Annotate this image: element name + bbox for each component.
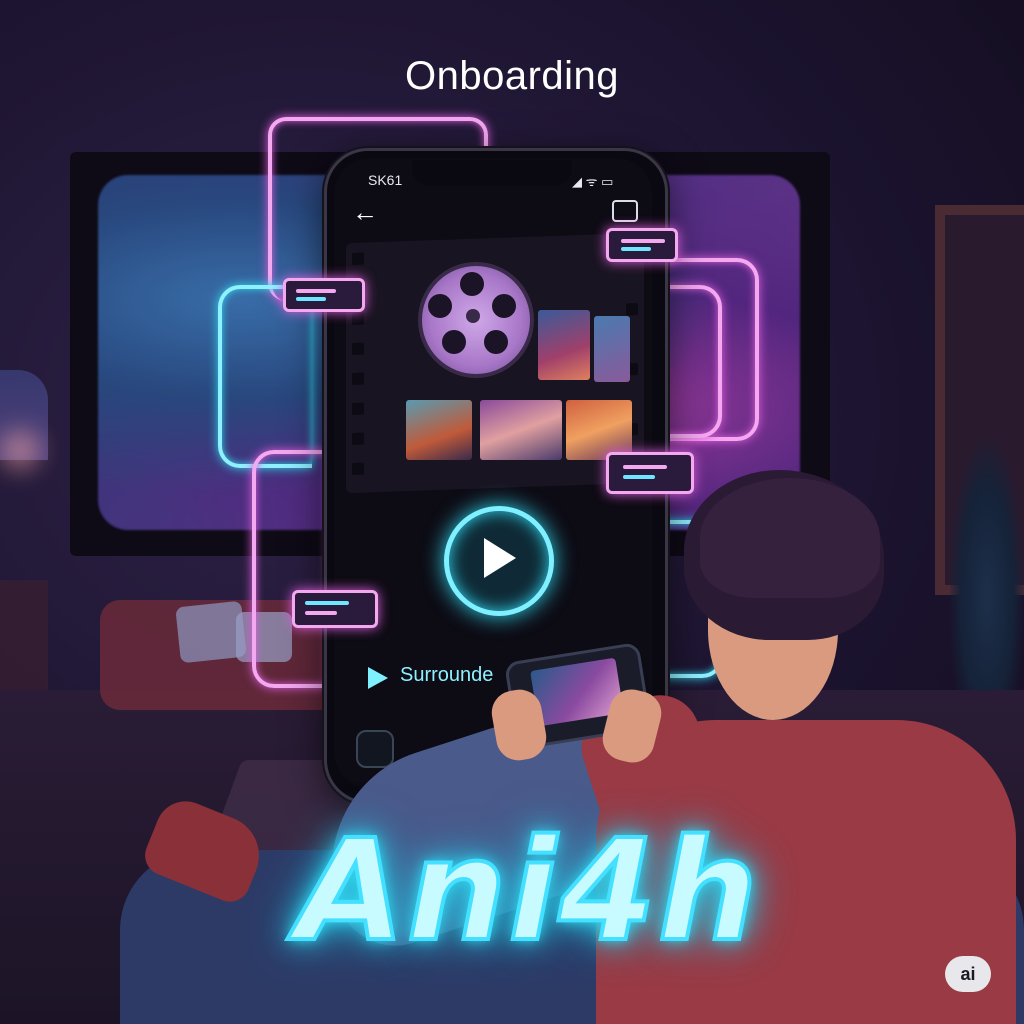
movie-poster[interactable] (480, 400, 562, 460)
status-bar-icons: ◢ ᯤ ▭ (572, 174, 614, 189)
person-hair (700, 478, 880, 598)
ai-badge: ai (945, 956, 991, 992)
side-shelf (0, 580, 48, 700)
info-chip (283, 278, 365, 312)
lamp-glow (0, 430, 40, 470)
movie-poster[interactable] (566, 400, 632, 460)
play-triangle-icon (368, 667, 388, 689)
plant (950, 440, 1024, 700)
movie-poster[interactable] (594, 316, 630, 382)
page-title: Onboarding (404, 54, 620, 98)
back-arrow-icon[interactable]: ← (352, 198, 380, 226)
info-chip (606, 452, 694, 494)
info-chip (606, 228, 678, 262)
nav-item[interactable] (356, 730, 394, 768)
neon-connector (252, 450, 326, 688)
brand-logo: Ani4h (294, 808, 760, 975)
reel-hub (466, 309, 480, 323)
movie-poster[interactable] (406, 400, 472, 460)
surround-label[interactable]: Surrounde (400, 664, 510, 687)
info-chip (292, 590, 378, 628)
neon-connector (218, 285, 312, 468)
play-icon (484, 538, 516, 578)
status-bar-carrier: SK61 (368, 172, 403, 188)
phone-notch (412, 160, 572, 186)
cast-icon[interactable] (612, 200, 638, 222)
movie-poster[interactable] (538, 310, 590, 380)
